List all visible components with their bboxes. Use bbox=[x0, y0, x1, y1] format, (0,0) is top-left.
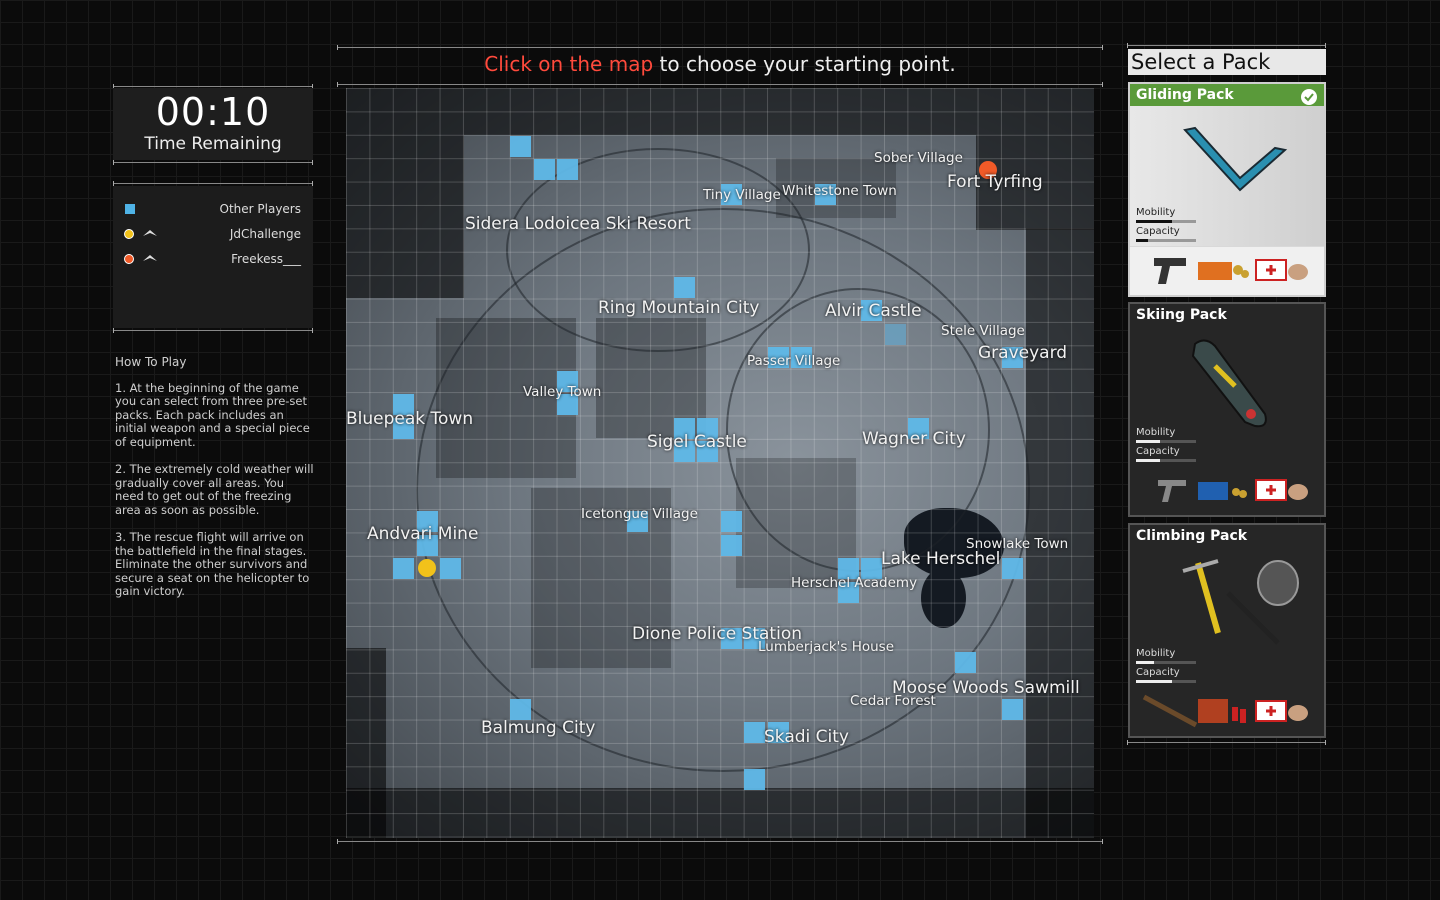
pack-name: Gliding Pack bbox=[1136, 87, 1234, 103]
legend-other-players: Other Players bbox=[113, 199, 313, 219]
player-cell bbox=[440, 558, 461, 579]
map-location: Valley Town bbox=[523, 384, 602, 400]
ammo-box-icon bbox=[1198, 262, 1249, 280]
pack-name: Climbing Pack bbox=[1136, 528, 1248, 544]
pistol-icon bbox=[1154, 258, 1186, 284]
capacity-label: Capacity bbox=[1136, 226, 1180, 237]
map-location: Fort Tyrfing bbox=[947, 172, 1043, 192]
map-location: Cedar Forest bbox=[850, 693, 936, 709]
climbing-pack-card[interactable]: Climbing Pack Mobility Capacity bbox=[1128, 523, 1326, 738]
player-cell bbox=[1002, 558, 1023, 579]
mobility-fill bbox=[1136, 440, 1160, 443]
player-name: Freekess___ bbox=[231, 252, 301, 266]
player-cell bbox=[557, 159, 578, 180]
player-cell bbox=[393, 558, 414, 579]
howto-step: 2. The extremely cold weather will gradu… bbox=[115, 462, 314, 517]
map-location: Alvir Castle bbox=[825, 301, 922, 321]
pistol-icon bbox=[1158, 480, 1186, 502]
player-cell bbox=[721, 511, 742, 532]
player-cell bbox=[674, 277, 695, 298]
howto-step: 3. The rescue flight will arrive on the … bbox=[115, 530, 310, 598]
map-location: Passer Village bbox=[747, 353, 841, 369]
map-location: Ring Mountain City bbox=[598, 298, 760, 318]
medkit-icon bbox=[1255, 479, 1308, 501]
map-location: Lake Herschel bbox=[881, 549, 1001, 569]
shotgun-icon bbox=[1142, 694, 1198, 728]
player-cell bbox=[721, 535, 742, 556]
instruction-highlight: Click on the map bbox=[484, 52, 654, 76]
pack-header: Climbing Pack bbox=[1130, 525, 1324, 547]
map-location: Wagner City bbox=[862, 429, 966, 449]
howto-title: How To Play bbox=[115, 355, 187, 369]
capacity-label: Capacity bbox=[1136, 667, 1180, 678]
map-location: Andvari Mine bbox=[367, 524, 479, 544]
map-location: Lumberjack's House bbox=[758, 639, 895, 655]
player-cell bbox=[885, 324, 906, 345]
mobility-label: Mobility bbox=[1136, 648, 1176, 659]
map-location: Sigel Castle bbox=[647, 432, 747, 452]
capacity-fill bbox=[1136, 239, 1148, 242]
mobility-label: Mobility bbox=[1136, 427, 1176, 438]
capacity-fill bbox=[1136, 680, 1172, 683]
glider-icon bbox=[143, 230, 157, 236]
instruction-text: to choose your starting point. bbox=[653, 52, 956, 76]
player-legend: Other Players JdChallenge Freekess___ bbox=[113, 186, 313, 328]
player-name: JdChallenge bbox=[229, 227, 301, 241]
pack-panel-title: Select a Pack bbox=[1128, 49, 1326, 75]
check-circle-icon bbox=[1301, 89, 1317, 105]
how-to-play: How To Play 1. At the beginning of the g… bbox=[115, 355, 315, 613]
map-location: Herschel Academy bbox=[791, 575, 918, 591]
map-location: Skadi City bbox=[764, 727, 849, 747]
map-location: Sober Village bbox=[874, 150, 963, 166]
glider-icon bbox=[143, 255, 157, 261]
map-location: Stele Village bbox=[941, 323, 1025, 339]
player-cell bbox=[744, 722, 765, 743]
legend-player: Freekess___ bbox=[113, 249, 313, 269]
blue-square-icon bbox=[125, 204, 135, 214]
gliding-pack-card[interactable]: Gliding Pack Mobility Capacity bbox=[1128, 82, 1326, 297]
howto-step: 1. At the beginning of the game you can … bbox=[115, 380, 310, 449]
snowboard-icon bbox=[1191, 339, 1267, 428]
timer-panel: 00:10 Time Remaining bbox=[113, 88, 313, 160]
instruction-header: Click on the map to choose your starting… bbox=[345, 52, 1095, 76]
timer-label: Time Remaining bbox=[144, 134, 282, 154]
player-marker-yellow bbox=[418, 559, 436, 577]
medkit-icon bbox=[1255, 259, 1308, 281]
world-map[interactable]: Sober Village Fort Tyrfing Tiny Village … bbox=[346, 88, 1094, 838]
map-location: Graveyard bbox=[978, 343, 1068, 363]
legend-player: JdChallenge bbox=[113, 224, 313, 244]
player-cell bbox=[744, 769, 765, 790]
player-cell bbox=[510, 699, 531, 720]
map-location: Sidera Lodoicea Ski Resort bbox=[465, 214, 691, 234]
capacity-fill bbox=[1136, 459, 1160, 462]
medkit-icon bbox=[1255, 700, 1308, 722]
orange-dot-icon bbox=[124, 254, 134, 264]
pack-name: Skiing Pack bbox=[1136, 307, 1227, 323]
map-location: Bluepeak Town bbox=[346, 409, 474, 429]
player-cell bbox=[534, 159, 555, 180]
map-location: Whitestone Town bbox=[782, 183, 897, 199]
legend-other-label: Other Players bbox=[219, 202, 301, 216]
mobility-fill bbox=[1136, 661, 1154, 664]
ammo-box-icon bbox=[1198, 482, 1247, 500]
skiing-pack-card[interactable]: Skiing Pack Mobility Capacity bbox=[1128, 302, 1326, 517]
pack-header: Skiing Pack bbox=[1130, 304, 1324, 326]
player-cell bbox=[510, 136, 531, 157]
yellow-dot-icon bbox=[124, 229, 134, 239]
capacity-label: Capacity bbox=[1136, 446, 1180, 457]
glider-item-icon bbox=[1183, 126, 1288, 192]
map-location: Balmung City bbox=[481, 718, 596, 738]
shells-box-icon bbox=[1198, 699, 1246, 723]
mobility-fill bbox=[1136, 220, 1172, 223]
player-cell bbox=[955, 652, 976, 673]
player-cell bbox=[1002, 699, 1023, 720]
mobility-label: Mobility bbox=[1136, 207, 1176, 218]
map-location: Tiny Village bbox=[703, 187, 781, 203]
pack-header: Gliding Pack bbox=[1130, 84, 1324, 106]
ice-axe-icon bbox=[1182, 559, 1299, 645]
timer-value: 00:10 bbox=[155, 90, 271, 134]
map-location: Icetongue Village bbox=[581, 506, 698, 522]
